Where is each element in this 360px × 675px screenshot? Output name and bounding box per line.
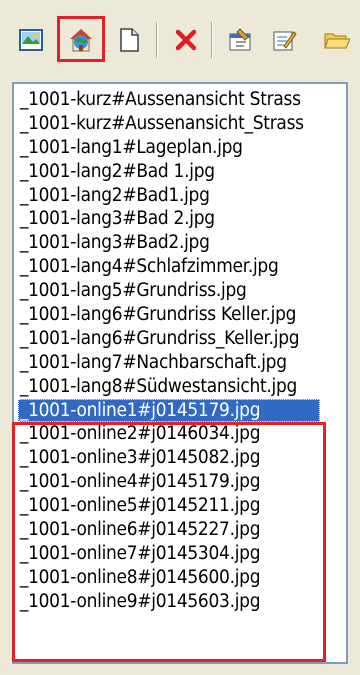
- toolbar-separator: [211, 22, 213, 58]
- file-list: _1001-kurz#Aussenansicht Strass _1001-kur…: [18, 88, 346, 614]
- properties-icon[interactable]: [222, 22, 258, 58]
- list-item[interactable]: _1001-lang6#Grundriss_Keller.jpg: [18, 327, 320, 351]
- list-item[interactable]: _1001-online4#j0145179.jpg: [18, 470, 320, 494]
- delete-icon[interactable]: [168, 22, 204, 58]
- open-folder-icon[interactable]: [318, 22, 354, 58]
- list-item[interactable]: _1001-lang2#Bad 1.jpg: [18, 160, 320, 184]
- list-item[interactable]: _1001-online5#j0145211.jpg: [18, 494, 320, 518]
- toolbar: [0, 0, 360, 70]
- list-item[interactable]: _1001-online9#j0145603.jpg: [18, 590, 320, 614]
- highlight-frame-toolbar: [57, 16, 105, 62]
- list-item[interactable]: _1001-online7#j0145304.jpg: [18, 542, 320, 566]
- list-item[interactable]: _1001-kurz#Aussenansicht_Strass: [18, 112, 320, 136]
- list-item[interactable]: _1001-lang6#Grundriss Keller.jpg: [18, 303, 320, 327]
- list-item[interactable]: _1001-lang5#Grundriss.jpg: [18, 279, 320, 303]
- edit-icon[interactable]: [266, 22, 302, 58]
- list-item[interactable]: _1001-lang7#Nachbarschaft.jpg: [18, 351, 320, 375]
- list-item[interactable]: _1001-online2#j0146034.jpg: [18, 422, 320, 446]
- list-item[interactable]: _1001-lang1#Lageplan.jpg: [18, 136, 320, 160]
- list-item[interactable]: _1001-lang3#Bad2.jpg: [18, 231, 320, 255]
- list-item[interactable]: _1001-online3#j0145082.jpg: [18, 446, 320, 470]
- list-item[interactable]: _1001-lang4#Schlafzimmer.jpg: [18, 255, 320, 279]
- list-item[interactable]: _1001-lang3#Bad 2.jpg: [18, 207, 320, 231]
- file-listbox[interactable]: _1001-kurz#Aussenansicht Strass _1001-kur…: [12, 82, 348, 664]
- new-document-icon[interactable]: [111, 22, 147, 58]
- list-item-selected[interactable]: _1001-online1#j0145179.jpg: [18, 398, 320, 423]
- list-item[interactable]: _1001-lang8#Südwestansicht.jpg: [18, 375, 320, 399]
- list-item[interactable]: _1001-online6#j0145227.jpg: [18, 518, 320, 542]
- image-icon[interactable]: [13, 22, 49, 58]
- list-item[interactable]: _1001-kurz#Aussenansicht Strass: [18, 88, 320, 112]
- toolbar-separator: [156, 22, 158, 58]
- list-item[interactable]: _1001-lang2#Bad1.jpg: [18, 184, 320, 208]
- list-item[interactable]: _1001-online8#j0145600.jpg: [18, 566, 320, 590]
